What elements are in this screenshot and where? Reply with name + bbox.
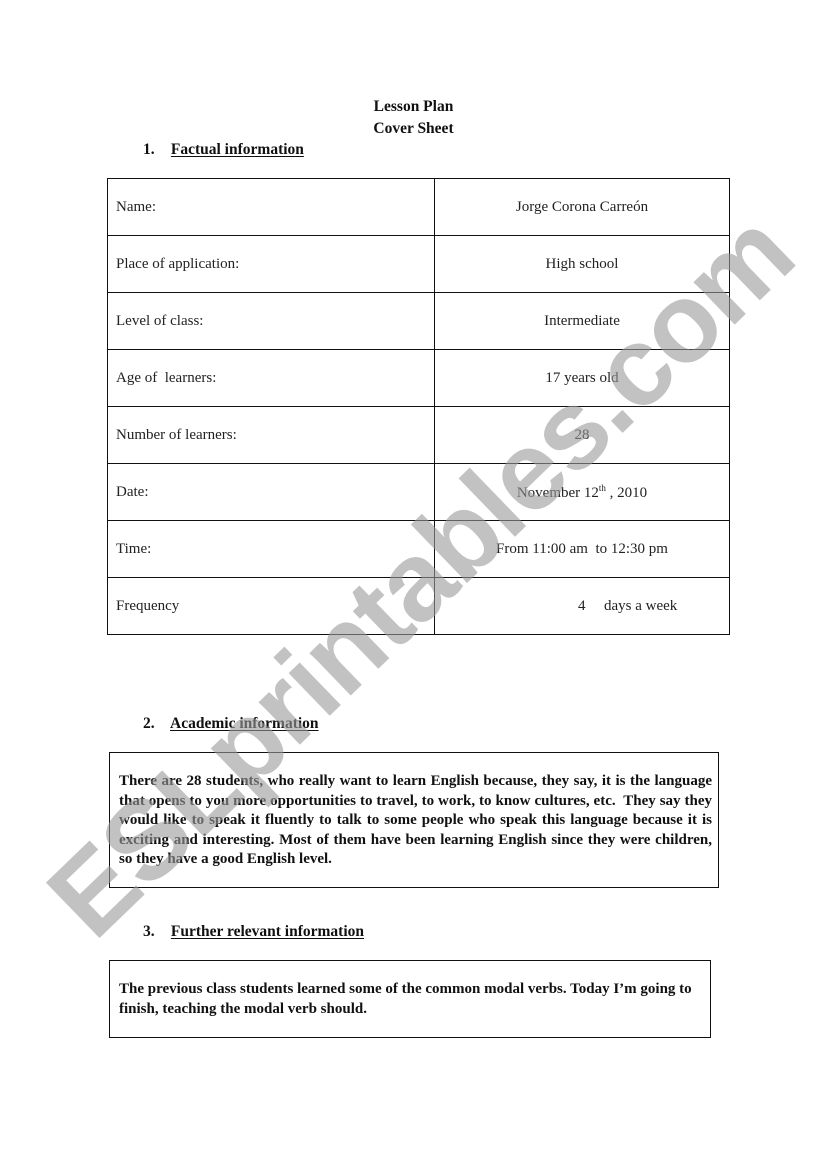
row-value: 28 (434, 406, 730, 464)
academic-information-text: There are 28 students, who really want t… (119, 773, 716, 867)
row-label: Time: (107, 520, 435, 578)
row-value: Jorge Corona Carreón (434, 178, 730, 236)
table-row: Number of learners: 28 (107, 406, 730, 464)
document-page: Lesson Plan Cover Sheet 1. Factual infor… (0, 0, 821, 1169)
section-heading-further: 3. Further relevant information (143, 923, 364, 941)
section-number: 2. (143, 715, 155, 732)
row-label: Date: (107, 463, 435, 521)
row-label: Frequency (107, 577, 435, 635)
row-value: 17 years old (434, 349, 730, 407)
frequency-unit: days a week (604, 597, 678, 614)
row-label: Number of learners: (107, 406, 435, 464)
section-heading-academic: 2. Academic information (143, 715, 319, 733)
section-number: 3. (143, 923, 155, 940)
table-row: Date: November 12th , 2010 (107, 463, 730, 521)
factual-information-table: Name: Jorge Corona Carreón Place of appl… (107, 178, 730, 635)
row-value-date: November 12th , 2010 (434, 463, 730, 521)
section-title: Academic information (170, 715, 319, 732)
row-label: Level of class: (107, 292, 435, 350)
section-title: Factual information (170, 141, 304, 158)
section-title: Further relevant information (170, 923, 365, 940)
row-value: High school (434, 235, 730, 293)
section-number: 1. (143, 141, 155, 158)
table-row: Frequency 4 days a week (107, 577, 730, 635)
row-label: Age of learners: (107, 349, 435, 407)
section-heading-factual: 1. Factual information (143, 141, 304, 159)
date-ordinal-suffix: th (598, 482, 606, 493)
row-value-frequency: 4 days a week (434, 577, 730, 635)
further-information-text: The previous class students learned some… (119, 981, 692, 1017)
further-information-box: The previous class students learned some… (109, 960, 711, 1038)
table-row: Age of learners: 17 years old (107, 349, 730, 407)
row-label: Place of application: (107, 235, 435, 293)
document-title: Lesson Plan (373, 98, 454, 115)
document-subtitle: Cover Sheet (373, 120, 454, 137)
row-label: Name: (107, 178, 435, 236)
table-row: Time: From 11:00 am to 12:30 pm (107, 520, 730, 578)
frequency-number: 4 (578, 597, 586, 614)
table-row: Place of application: High school (107, 235, 730, 293)
table-row: Level of class: Intermediate (107, 292, 730, 350)
date-year: , 2010 (605, 484, 648, 501)
date-main: November 12 (516, 484, 599, 501)
row-value: Intermediate (434, 292, 730, 350)
row-value: From 11:00 am to 12:30 pm (434, 520, 730, 578)
table-row: Name: Jorge Corona Carreón (107, 178, 730, 236)
academic-information-box: There are 28 students, who really want t… (109, 752, 719, 888)
